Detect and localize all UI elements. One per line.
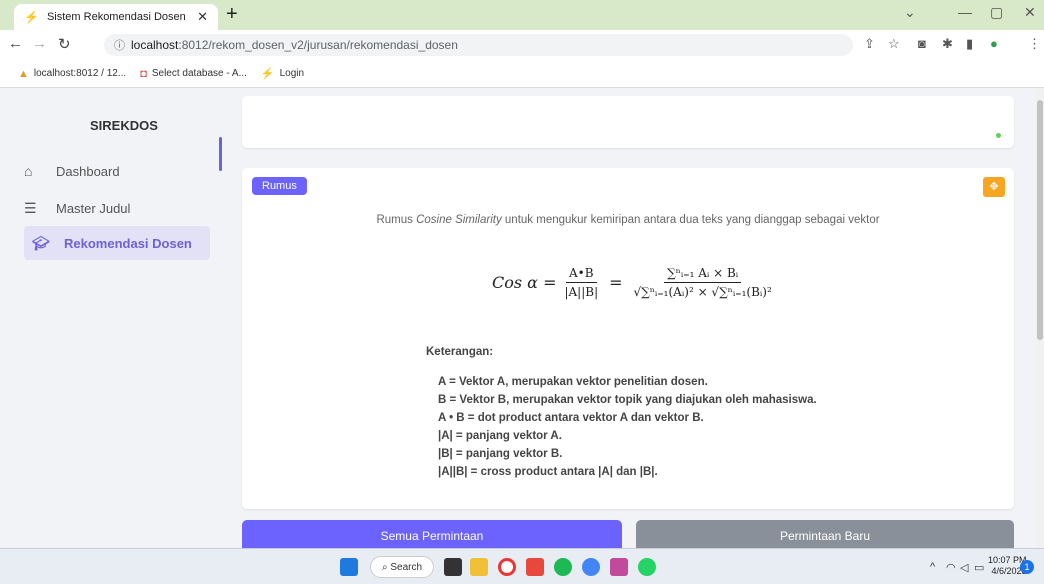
- sidebar-item-label: Master Judul: [56, 200, 131, 216]
- home-icon: ⌂: [24, 163, 33, 179]
- status-dot: [996, 133, 1001, 138]
- new-tab-button[interactable]: +: [226, 3, 238, 25]
- extensions-icon[interactable]: ✱: [942, 36, 953, 52]
- taskbar-search[interactable]: ⌕ Search: [370, 556, 434, 578]
- keterangan-line: |B| = panjang vektor B.: [438, 448, 563, 460]
- formula-lhs: Cos α =: [492, 272, 557, 292]
- windows-taskbar: ⌕ Search ^ ◠ ◁ ▭ 10:07 PM 4/6/2023 1: [0, 548, 1044, 584]
- close-tab-icon[interactable]: ✕: [197, 9, 208, 25]
- side-panel-icon[interactable]: ▮: [966, 36, 973, 52]
- graduation-cap-icon: 🎓︎: [32, 234, 50, 251]
- close-window-button[interactable]: ✕: [1024, 4, 1036, 21]
- spotify-icon[interactable]: [554, 558, 572, 576]
- site-info-icon[interactable]: ⓘ: [114, 37, 125, 53]
- rumus-badge: Rumus: [252, 177, 307, 195]
- forward-button[interactable]: →: [32, 35, 47, 52]
- start-icon[interactable]: [340, 558, 358, 576]
- formula-fraction-2: ∑ⁿᵢ₌₁ Aᵢ × Bᵢ √∑ⁿᵢ₌₁(Aᵢ)² × √∑ⁿᵢ₌₁(Bᵢ)²: [633, 265, 772, 299]
- minimize-button[interactable]: —: [958, 4, 972, 20]
- opera-icon[interactable]: [498, 558, 516, 576]
- restore-button[interactable]: ▢: [990, 4, 1003, 21]
- keterangan-line: |A||B| = cross product antara |A| dan |B…: [438, 466, 658, 478]
- bookmark-star-icon[interactable]: ☆: [888, 36, 900, 52]
- scrollbar-thumb[interactable]: [1037, 100, 1043, 340]
- sidebar-item-master-judul[interactable]: ☰ Master Judul: [24, 191, 210, 225]
- chrome-icon[interactable]: [582, 558, 600, 576]
- sidebar: SIREKDOS ⌂ Dashboard ☰ Master Judul 🎓︎ R…: [0, 88, 228, 548]
- keterangan-line: A = Vektor A, merupakan vektor penelitia…: [438, 376, 708, 388]
- url-host: localhost: [131, 38, 179, 52]
- battery-icon[interactable]: ▭: [974, 561, 984, 574]
- sidebar-item-label: Dashboard: [56, 163, 120, 179]
- back-button[interactable]: ←: [8, 35, 23, 52]
- main-content: Rumus ✥ Rumus Cosine Similarity untuk me…: [228, 88, 1036, 548]
- search-icon: ⌕: [381, 561, 391, 573]
- keterangan-line: B = Vektor B, merupakan vektor topik yan…: [438, 394, 817, 406]
- move-icon[interactable]: ✥: [983, 177, 1005, 197]
- sidebar-item-rekomendasi-dosen[interactable]: 🎓︎ Rekomendasi Dosen: [24, 226, 210, 260]
- bookmark-phpmyadmin[interactable]: ▲ localhost:8012 / 12...: [18, 68, 126, 80]
- browser-tab-strip: ⚡ Sistem Rekomendasi Dosen ✕ + ⌄ — ▢ ✕: [0, 0, 1044, 30]
- tab-semua-permintaan[interactable]: Semua Permintaan: [242, 520, 622, 548]
- tab-search-icon[interactable]: ⌄: [904, 4, 916, 21]
- bookmark-login[interactable]: ⚡ Login: [261, 67, 304, 80]
- file-explorer-icon[interactable]: [470, 558, 488, 576]
- task-view-icon[interactable]: [444, 558, 462, 576]
- keterangan-title: Keterangan:: [426, 346, 494, 358]
- formula-description: Rumus Cosine Similarity untuk mengukur k…: [376, 214, 880, 226]
- url-path: :8012/rekom_dosen_v2/jurusan/rekomendasi…: [178, 38, 458, 52]
- header-card: [242, 96, 1014, 148]
- site-favicon-icon: ⚡: [24, 10, 39, 24]
- list-icon: ☰: [24, 199, 37, 216]
- bookmark-select-database[interactable]: ◘ Select database - A...: [140, 68, 247, 80]
- adminer-icon: ◘: [140, 67, 147, 80]
- url-bar[interactable]: ⓘ localhost :8012/rekom_dosen_v2/jurusan…: [104, 34, 853, 56]
- share-icon[interactable]: ⇪: [864, 36, 875, 52]
- formula-fraction-1: A•B |A||B|: [564, 265, 599, 299]
- wps-icon[interactable]: [610, 558, 628, 576]
- profile-avatar-icon[interactable]: ●: [990, 36, 998, 51]
- reload-button[interactable]: ↻: [58, 35, 71, 53]
- menu-kebab-icon[interactable]: ⋮: [1028, 36, 1041, 52]
- keterangan-line: A • B = dot product antara vektor A dan …: [438, 412, 704, 424]
- active-indicator: [219, 137, 222, 171]
- tab-permintaan-baru[interactable]: Permintaan Baru: [636, 520, 1014, 548]
- camera-icon[interactable]: ◙: [918, 36, 926, 51]
- browser-tab[interactable]: ⚡ Sistem Rekomendasi Dosen ✕: [14, 4, 218, 30]
- sidebar-item-dashboard[interactable]: ⌂ Dashboard: [24, 154, 210, 188]
- keterangan-line: |A| = panjang vektor A.: [438, 430, 562, 442]
- brand-title: SIREKDOS: [90, 118, 158, 133]
- sidebar-item-label: Rekomendasi Dosen: [64, 235, 192, 251]
- tab-title: Sistem Rekomendasi Dosen: [46, 11, 186, 23]
- tray-chevron-icon[interactable]: ^: [930, 561, 935, 573]
- app-icon[interactable]: [526, 558, 544, 576]
- volume-icon[interactable]: ◁: [960, 561, 968, 574]
- wifi-icon[interactable]: ◠: [946, 561, 956, 574]
- cosine-formula: Cos α = A•B |A||B| = ∑ⁿᵢ₌₁ Aᵢ × Bᵢ √∑ⁿᵢ₌…: [492, 252, 780, 312]
- bookmarks-bar: ▲ localhost:8012 / 12... ◘ Select database…: [0, 60, 1044, 88]
- phpmyadmin-icon: ▲: [18, 67, 29, 80]
- lightning-icon: ⚡: [260, 68, 275, 80]
- notification-badge[interactable]: 1: [1020, 560, 1034, 574]
- whatsapp-icon[interactable]: [638, 558, 656, 576]
- formula-card: Rumus ✥ Rumus Cosine Similarity untuk me…: [242, 168, 1014, 509]
